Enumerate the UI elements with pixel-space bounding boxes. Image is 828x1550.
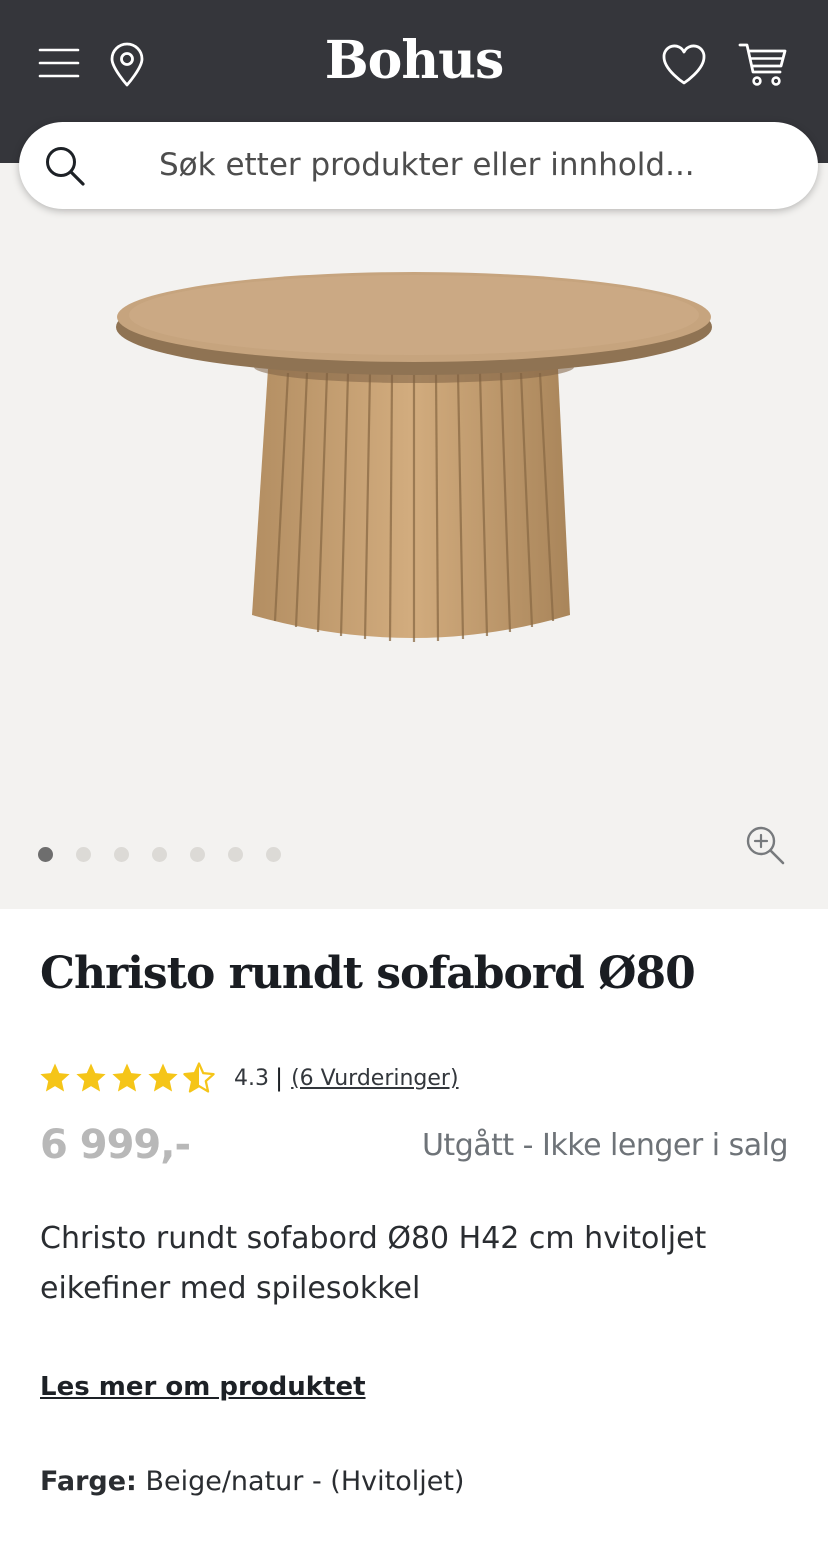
search-bar[interactable] <box>19 122 818 209</box>
rating-row: 4.3 | (6 Vurderinger) <box>38 1060 459 1096</box>
read-more-link[interactable]: Les mer om produktet <box>40 1372 366 1402</box>
slide-dot[interactable] <box>190 847 205 862</box>
star-full-icon <box>40 1063 70 1092</box>
slide-dot[interactable] <box>38 847 53 862</box>
product-title: Christo rundt sofabord Ø80 <box>40 948 696 999</box>
reviews-link[interactable]: (6 Vurderinger) <box>291 1066 458 1091</box>
zoom-in-icon[interactable] <box>743 823 787 867</box>
slide-dot[interactable] <box>152 847 167 862</box>
star-half-icon <box>183 1062 215 1093</box>
slide-dot[interactable] <box>228 847 243 862</box>
cart-icon[interactable] <box>738 40 788 88</box>
slide-dot[interactable] <box>114 847 129 862</box>
product-price: 6 999,- <box>40 1122 191 1168</box>
rating-stars <box>38 1061 218 1095</box>
slide-dot[interactable] <box>266 847 281 862</box>
star-full-icon <box>76 1063 106 1092</box>
product-gallery[interactable] <box>0 163 828 909</box>
star-full-icon <box>112 1063 142 1092</box>
slide-dot[interactable] <box>76 847 91 862</box>
search-icon[interactable] <box>43 144 87 188</box>
search-input[interactable] <box>159 140 779 190</box>
star-full-icon <box>148 1063 178 1092</box>
rating-separator: | <box>275 1064 284 1092</box>
product-description: Christo rundt sofabord Ø80 H42 cm hvitol… <box>40 1221 707 1306</box>
rating-value: 4.3 <box>234 1065 269 1091</box>
color-selection: Farge: Beige/natur - (Hvitoljet) <box>40 1466 464 1497</box>
heart-icon[interactable] <box>660 42 708 88</box>
color-value: Beige/natur - (Hvitoljet) <box>145 1466 465 1497</box>
availability-status: Utgått - Ikke lenger i salg <box>421 1128 789 1163</box>
color-label: Farge: <box>40 1466 137 1497</box>
product-image <box>116 272 712 642</box>
